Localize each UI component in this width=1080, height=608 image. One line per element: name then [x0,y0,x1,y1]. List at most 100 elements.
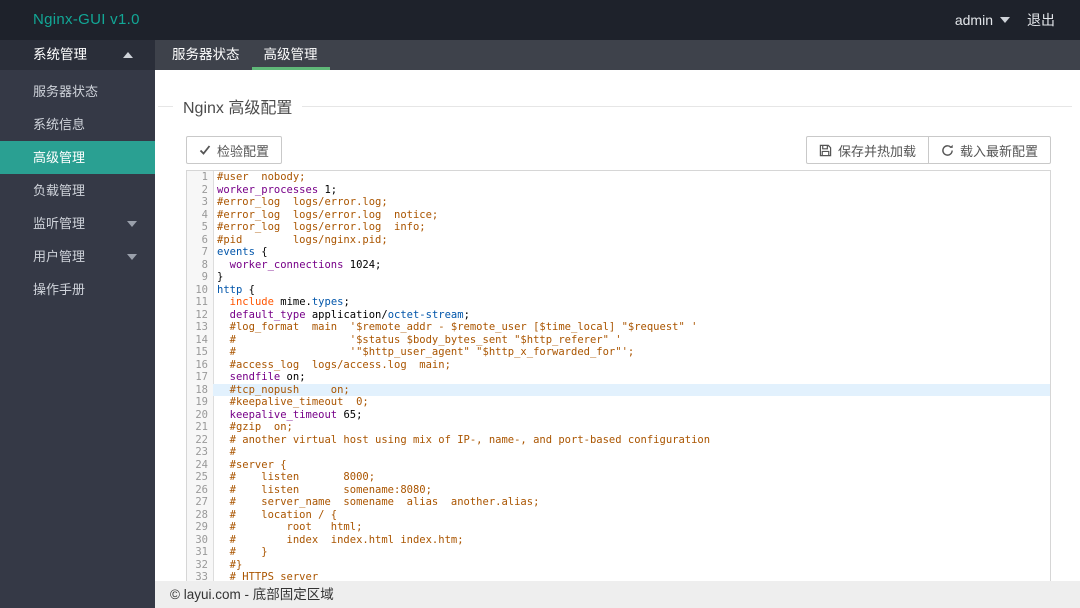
code-line[interactable]: 15 # '"$http_user_agent" "$http_x_forwar… [187,346,1050,359]
code-line[interactable]: 5 #error_log logs/error.log info; [187,221,1050,234]
code-line[interactable]: 29 # root html; [187,521,1050,534]
chevron-down-icon [127,221,137,227]
check-config-label: 检验配置 [217,143,270,159]
check-icon [199,145,211,155]
line-number: 2 [201,183,208,196]
code-line[interactable]: 25 # listen 8000; [187,471,1050,484]
toolbar-left: 检验配置 [186,136,283,164]
code-line[interactable]: 32 #} [187,559,1050,572]
save-reload-button[interactable]: 保存并热加载 [805,136,929,164]
code-text: #error_log logs/error.log info; [217,221,426,233]
code-line[interactable]: 8 worker_connections 1024; [187,259,1050,272]
code-line[interactable]: 17 sendfile on; [187,371,1050,384]
code-text: #tcp_nopush on; [213,383,1050,396]
code-text: #pid logs/nginx.pid; [217,233,388,246]
footer: © layui.com - 底部固定区域 [155,581,1080,608]
line-number: 16 [195,358,208,371]
code-line[interactable]: 13 #log_format main '$remote_addr - $rem… [187,321,1050,334]
sidebar-item[interactable]: 负载管理 [0,174,155,207]
title-divider-right [302,105,1072,107]
toolbar-right: 保存并热加载 载入最新配置 [805,136,1051,164]
sidebar-item-label: 监听管理 [33,216,86,231]
chevron-up-icon [123,52,133,58]
code-line[interactable]: 18 #tcp_nopush on; [187,383,1050,396]
code-text: #server { [217,458,287,471]
line-number: 8 [201,258,208,271]
line-number: 28 [195,508,208,521]
code-editor[interactable]: 1 #user nobody; 2 worker_processes 1; 3 #erro… [186,170,1051,608]
user-menu[interactable]: admin [955,0,1010,40]
line-number: 3 [201,196,208,208]
code-text: # listen somename:8080; [217,483,432,496]
code-line[interactable]: 26 # listen somename:8080; [187,484,1050,497]
code-text: #access_log logs/access.log main; [217,358,451,371]
code-line[interactable]: 12 default_type application/octet-stream… [187,309,1050,322]
code-text: #} [217,558,243,571]
line-number: 21 [195,421,208,433]
line-number: 5 [201,221,208,233]
tab-bar: 服务器状态 高级管理 [155,40,1080,70]
code-line[interactable]: 14 # '$status $body_bytes_sent "$http_re… [187,334,1050,347]
main-content: Nginx 高级配置 检验配置 保存并热加载 载入最新配置 1 #user no… [155,70,1080,608]
code-text: keepalive_timeout 65; [229,408,363,421]
line-number: 30 [195,533,208,546]
footer-text: © layui.com - 底部固定区域 [170,587,334,602]
code-line[interactable]: 19 #keepalive_timeout 0; [187,396,1050,409]
line-number: 15 [195,346,208,358]
line-number: 14 [195,333,208,346]
code-text: # '$status $body_bytes_sent "$http_refer… [217,333,622,346]
code-line[interactable]: 31 # } [187,546,1050,559]
line-number: 24 [195,458,208,471]
code-line[interactable]: 22 # another virtual host using mix of I… [187,434,1050,447]
code-line[interactable]: 1 #user nobody; [187,171,1050,184]
sidebar-item[interactable]: 操作手册 [0,273,155,306]
sidebar-group-system[interactable]: 系统管理 [0,40,155,70]
code-line[interactable]: 23 # [187,446,1050,459]
code-line[interactable]: 6 #pid logs/nginx.pid; [187,234,1050,247]
save-reload-label: 保存并热加载 [837,143,916,159]
line-number: 4 [201,208,208,221]
line-number: 23 [195,446,208,458]
tab-item[interactable]: 服务器状态 [160,40,252,70]
code-line[interactable]: 27 # server_name somename alias another.… [187,496,1050,509]
line-number: 13 [195,321,208,333]
code-line[interactable]: 2 worker_processes 1; [187,184,1050,197]
code-line[interactable]: 7 events { [187,246,1050,259]
code-text: #log_format main '$remote_addr - $remote… [217,321,698,333]
code-line[interactable]: 24 #server { [187,459,1050,472]
logout-link[interactable]: 退出 [1027,0,1055,40]
sidebar-item-label: 高级管理 [33,150,86,165]
sidebar-item[interactable]: 监听管理 [0,207,155,240]
sidebar-item[interactable]: 高级管理 [0,141,155,174]
sidebar-item[interactable]: 系统信息 [0,108,155,141]
code-line[interactable]: 20 keepalive_timeout 65; [187,409,1050,422]
code-line[interactable]: 21 #gzip on; [187,421,1050,434]
line-number: 19 [195,396,208,408]
code-line[interactable]: 9} [187,271,1050,284]
code-line[interactable]: 16 #access_log logs/access.log main; [187,359,1050,372]
code-line[interactable]: 11 include mime.types; [187,296,1050,309]
app-window: Nginx-GUI v1.0 admin 退出 系统管理 服务器状态 系统信息 高级… [0,0,1080,608]
sidebar-item-label: 用户管理 [33,249,86,264]
line-number: 7 [201,246,208,258]
load-latest-button[interactable]: 载入最新配置 [927,136,1051,164]
line-number: 9 [201,271,208,283]
sidebar-item[interactable]: 用户管理 [0,240,155,273]
sidebar-item-label: 系统信息 [33,117,86,132]
sidebar-item[interactable]: 服务器状态 [0,75,155,108]
code-line[interactable]: 28 # location / { [187,509,1050,522]
code-line[interactable]: 10 http { [187,284,1050,297]
check-config-button[interactable]: 检验配置 [186,136,283,164]
sidebar-item-list: 服务器状态系统信息高级管理负载管理监听管理用户管理操作手册 [0,70,155,306]
tab-active[interactable]: 高级管理 [251,40,330,70]
code-line[interactable]: 30 # index index.html index.htm; [187,534,1050,547]
code-text: worker_connections 1024; [229,258,382,271]
line-number: 26 [195,483,208,496]
code-text: #user nobody; [217,171,306,183]
line-number: 25 [195,471,208,483]
sidebar-item-label: 操作手册 [33,282,86,297]
code-text: # } [217,546,268,558]
code-line[interactable]: 4 #error_log logs/error.log notice; [187,209,1050,222]
code-text: # [217,446,236,458]
code-line[interactable]: 3 #error_log logs/error.log; [187,196,1050,209]
